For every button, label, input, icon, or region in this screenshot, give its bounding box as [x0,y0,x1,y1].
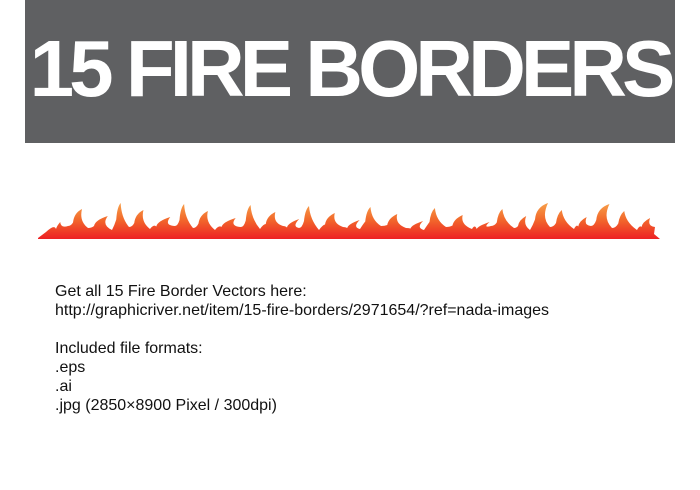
format-item-eps: .eps [55,359,86,376]
fire-border-icon [38,203,660,239]
info-block: Get all 15 Fire Border Vectors here: htt… [55,282,549,415]
page-title: 15 FIRE BORDERS [29,23,675,113]
format-item-jpg: .jpg (2850×8900 Pixel / 300dpi) [55,397,277,414]
title-banner: 15 FIRE BORDERS [25,0,675,143]
page: 15 FIRE BORDERS Get all 15 Fire Border V… [0,0,700,490]
formats-heading: Included file formats: [55,340,203,357]
intro-text: Get all 15 Fire Border Vectors here: [55,283,307,300]
product-link[interactable]: http://graphicriver.net/item/15-fire-bor… [55,301,549,320]
format-item-ai: .ai [55,378,72,395]
